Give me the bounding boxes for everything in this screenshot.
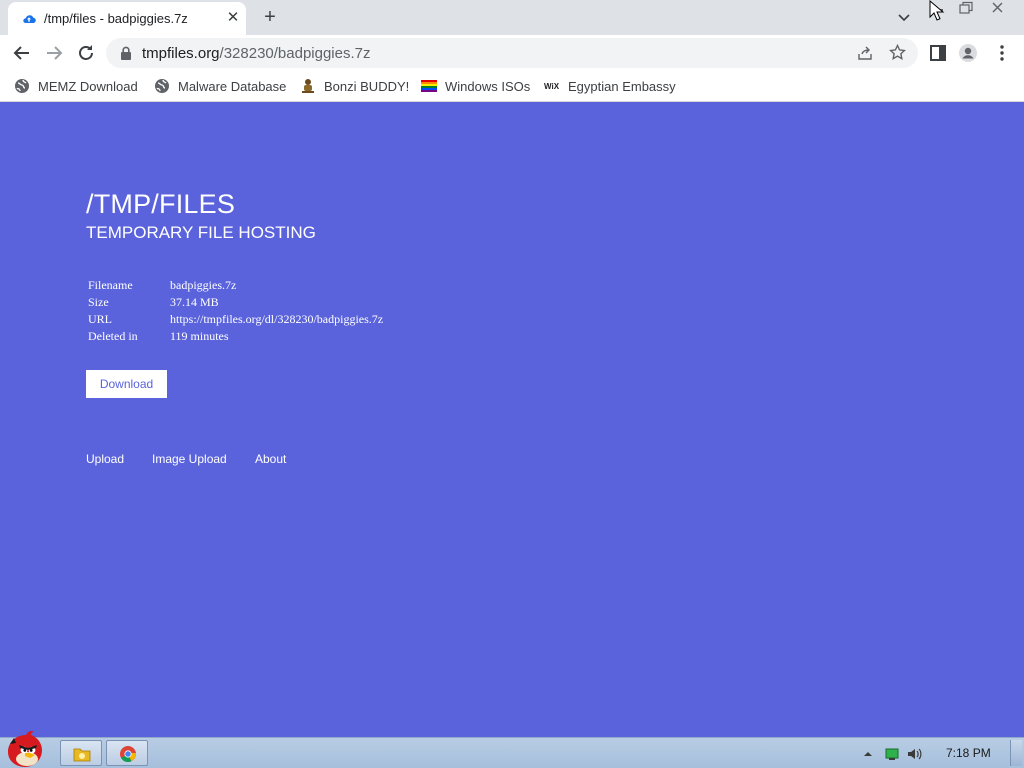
bookmarks-bar: MEMZ Download Malware Database Bonzi BUD… (0, 71, 1024, 102)
download-button[interactable]: Download (86, 370, 167, 398)
page-content: /TMP/FILES TEMPORARY FILE HOSTING Filena… (0, 103, 1024, 737)
file-info-value: 119 minutes (170, 329, 229, 343)
bookmark-label: Malware Database (178, 78, 287, 94)
image-upload-link[interactable]: Image Upload (152, 452, 227, 466)
taskbar: 7:18 PM (0, 731, 1024, 768)
active-tab[interactable]: /tmp/files - badpiggies.7z ✕ (8, 2, 246, 35)
upload-link[interactable]: Upload (86, 452, 124, 466)
url-text[interactable]: tmpfiles.org/328230/badpiggies.7z (142, 45, 371, 62)
show-hidden-icons-icon[interactable] (860, 746, 876, 762)
restore-icon[interactable] (952, 0, 980, 16)
url-host: tmpfiles.org (142, 45, 220, 62)
bookmark-memz-download[interactable]: MEMZ Download (14, 77, 138, 95)
back-arrow-icon[interactable] (10, 41, 34, 65)
new-tab-button[interactable]: + (260, 7, 280, 27)
start-button-angry-bird-icon[interactable] (2, 730, 50, 768)
bookmark-windows-isos[interactable]: Windows ISOs (421, 77, 530, 95)
about-link[interactable]: About (255, 452, 286, 466)
file-info-key: URL (88, 312, 112, 326)
bookmark-label: Egyptian Embassy (568, 78, 676, 94)
page-subtitle: TEMPORARY FILE HOSTING (86, 223, 316, 242)
chevron-down-icon[interactable] (896, 9, 912, 25)
bookmark-label: Windows ISOs (445, 78, 531, 94)
taskbar-clock[interactable]: 7:18 PM (946, 746, 991, 760)
file-info-row: Size 37.14 MB (88, 294, 383, 311)
show-desktop-button[interactable] (1010, 740, 1022, 766)
svg-text:WiX: WiX (544, 82, 560, 91)
file-info-row: URL https://tmpfiles.org/dl/328230/badpi… (88, 311, 383, 328)
side-panel-icon[interactable] (928, 43, 948, 63)
file-info-key: Deleted in (88, 329, 138, 343)
mouse-cursor-icon (929, 0, 945, 21)
globe-icon (155, 79, 169, 93)
forward-arrow-icon[interactable] (42, 41, 66, 65)
profile-avatar-icon[interactable] (958, 43, 978, 63)
file-info-row: Deleted in 119 minutes (88, 328, 383, 345)
globe-icon (15, 79, 29, 93)
cloud-upload-icon (23, 15, 36, 24)
bookmark-egyptian-embassy[interactable]: WiX Egyptian Embassy (544, 77, 676, 95)
page-title: /TMP/FILES (86, 189, 236, 219)
taskbar-chrome-button[interactable] (106, 740, 148, 766)
tab-close-icon[interactable]: ✕ (224, 9, 242, 27)
file-info-value: 37.14 MB (170, 295, 219, 309)
rainbow-flag-icon (421, 80, 437, 92)
taskbar-explorer-button[interactable] (60, 740, 102, 766)
file-info-table: Filename badpiggies.7z Size 37.14 MB URL… (88, 277, 383, 345)
file-url-link[interactable]: https://tmpfiles.org/dl/328230/badpiggie… (170, 311, 383, 328)
browser-toolbar: tmpfiles.org/328230/badpiggies.7z (0, 35, 1024, 71)
wix-icon: WiX (544, 82, 560, 91)
file-info-key: Size (88, 295, 109, 309)
bookmark-malware-database[interactable]: Malware Database (154, 77, 286, 95)
folder-icon (73, 748, 91, 762)
tab-title: /tmp/files - badpiggies.7z (44, 11, 188, 26)
share-icon[interactable] (857, 45, 873, 61)
kebab-menu-icon[interactable] (992, 43, 1012, 63)
bookmark-label: Bonzi BUDDY! (324, 78, 410, 94)
bookmark-star-icon[interactable] (889, 44, 906, 61)
bookmark-label: MEMZ Download (38, 78, 138, 94)
url-path: /328230/badpiggies.7z (219, 45, 371, 62)
browser-titlebar: /tmp/files - badpiggies.7z ✕ + (0, 0, 1024, 35)
network-icon[interactable] (884, 746, 900, 762)
reload-icon[interactable] (74, 41, 98, 65)
volume-icon[interactable] (906, 746, 922, 762)
address-bar[interactable]: tmpfiles.org/328230/badpiggies.7z (106, 38, 918, 68)
bookmark-bonzi-buddy[interactable]: Bonzi BUDDY! (300, 77, 409, 95)
close-window-icon[interactable] (984, 0, 1012, 16)
bonzi-icon (302, 79, 314, 93)
lock-icon (121, 46, 131, 60)
file-info-row: Filename badpiggies.7z (88, 277, 383, 294)
file-info-key: Filename (88, 278, 133, 292)
chrome-icon (120, 746, 136, 762)
file-info-value: badpiggies.7z (170, 278, 237, 292)
